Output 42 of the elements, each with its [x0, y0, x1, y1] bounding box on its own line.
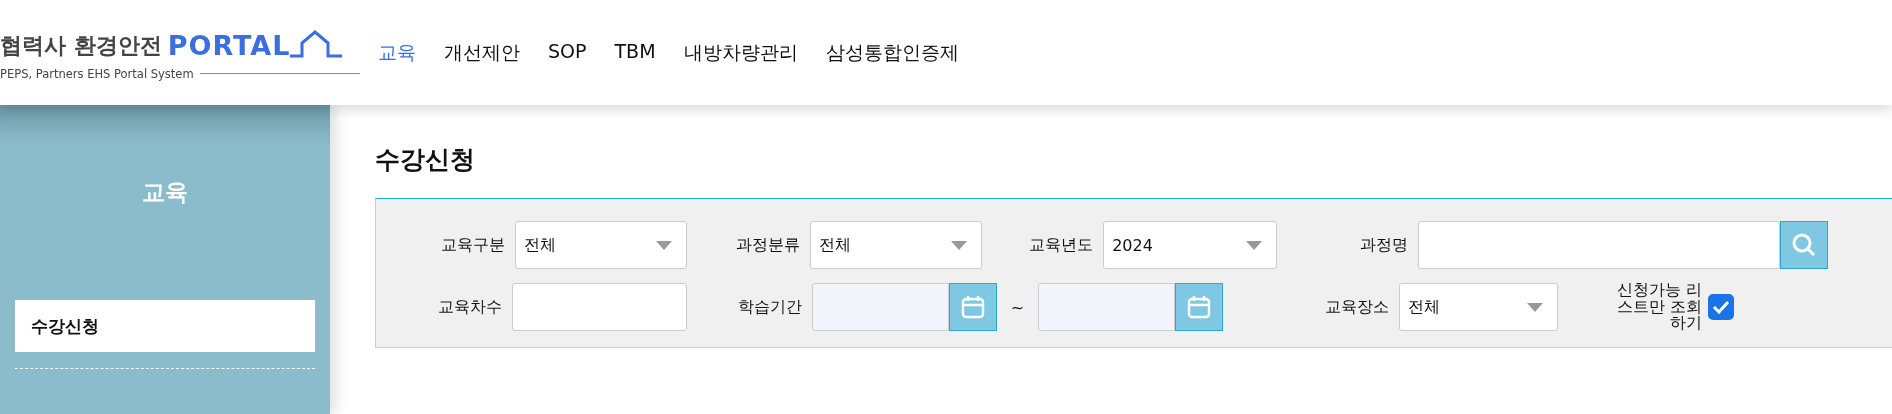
calendar-button[interactable]: [1175, 283, 1223, 331]
house-icon: [288, 28, 345, 61]
select-field[interactable]: 전체: [809, 221, 982, 269]
input-field[interactable]: [1418, 221, 1780, 269]
select-field[interactable]: 2024: [1103, 221, 1277, 269]
caret-icon: [1246, 240, 1262, 250]
nav-link[interactable]: 개선제안: [444, 39, 520, 66]
caret-icon: [1527, 302, 1543, 312]
field-label: 교육구분: [439, 234, 506, 256]
calendar-icon: [960, 294, 986, 320]
field-label: 교육년도: [1028, 234, 1095, 256]
range-separator: ~: [1009, 297, 1026, 317]
checkbox-label: 신청가능 리스트만 조회하기: [1615, 281, 1702, 333]
select-field[interactable]: 전체: [514, 221, 687, 269]
sidebar-title: 교육: [141, 178, 189, 207]
field-label: 교육장소: [1324, 296, 1390, 318]
field-label: 과정명: [1359, 234, 1409, 256]
caret-icon: [656, 240, 672, 250]
nav-link[interactable]: 교육: [378, 39, 416, 66]
search-icon: [1791, 232, 1817, 258]
caret-icon: [951, 240, 967, 250]
checkbox[interactable]: [1708, 294, 1734, 320]
logo-subtitle: PEPS, Partners EHS Portal System: [0, 66, 194, 81]
search-button[interactable]: [1780, 221, 1828, 269]
input-field[interactable]: [512, 283, 687, 331]
field-label: 과정분류: [734, 234, 801, 256]
field-label: 교육차수: [437, 296, 503, 318]
check-icon: [1712, 300, 1730, 314]
nav-link[interactable]: TBM: [614, 39, 656, 66]
date-field[interactable]: [1038, 283, 1175, 331]
select-field[interactable]: 전체: [1399, 283, 1558, 331]
sidebar-item[interactable]: 수강신청: [15, 300, 315, 352]
logo-title: 협력사 환경안전: [0, 31, 162, 60]
date-field[interactable]: [812, 283, 949, 331]
logo-brand: PORTAL: [167, 29, 291, 61]
calendar-button[interactable]: [949, 283, 997, 331]
nav-link[interactable]: 삼성통합인증제: [825, 39, 959, 66]
field-label: 학습기간: [737, 296, 803, 318]
nav-link[interactable]: SOP: [548, 39, 587, 66]
calendar-icon: [1186, 294, 1212, 320]
page-title: 수강신청: [375, 144, 476, 176]
nav-link[interactable]: 내방차량관리: [683, 39, 798, 66]
